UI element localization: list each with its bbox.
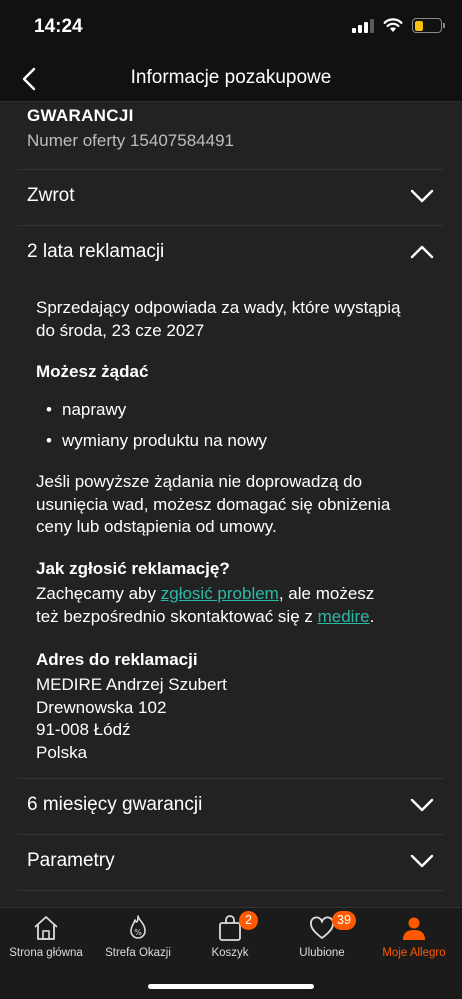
text-line: Jeśli powyższe żądania nie doprowadzą do (36, 472, 363, 491)
section-title: Zwrot (27, 185, 75, 206)
section-title: Parametry (27, 850, 115, 871)
warranty-heading: GWARANCJI (27, 106, 134, 125)
fallback-text: Jeśli powyższe żądania nie doprowadzą do… (36, 471, 436, 539)
text-span: . (369, 606, 375, 626)
section-title: 6 miesięcy gwarancji (27, 794, 203, 815)
nav-bar: Informacje pozakupowe (0, 56, 462, 102)
tab-home[interactable]: Strona główna (0, 908, 92, 978)
liability-text: Sprzedający odpowiada za wady, które wys… (36, 297, 436, 342)
address-line: Polska (36, 742, 88, 762)
cellular-signal-icon (352, 18, 374, 33)
wifi-icon (383, 18, 403, 32)
demands-heading: Możesz żądać (36, 362, 149, 381)
chevron-down-icon (410, 854, 434, 868)
tab-label: Ulubione (299, 947, 345, 959)
text-span: Zachęcamy aby (36, 584, 161, 603)
report-problem-link[interactable]: zgłosić problem (161, 584, 279, 603)
tab-deals[interactable]: % Strefa Okazji (92, 908, 184, 978)
tab-label: Moje Allegro (382, 947, 446, 959)
address-line: Drewnowska 102 (36, 697, 167, 717)
text-line: Sprzedający odpowiada za wady, które wys… (36, 298, 401, 317)
section-gwarancja[interactable]: 6 miesięcy gwarancji (0, 779, 462, 835)
home-indicator (148, 984, 314, 989)
demand-item: naprawy (62, 400, 127, 419)
chevron-down-icon (410, 189, 434, 203)
divider (18, 890, 444, 891)
status-time: 14:24 (34, 16, 83, 37)
section-parametry[interactable]: Parametry (0, 835, 462, 891)
address-line: 91-008 Łódź (36, 720, 131, 739)
seller-link[interactable]: medire (318, 607, 370, 626)
battery-level (414, 20, 424, 31)
bullet: • (46, 431, 52, 450)
text-line: ceny lub odstąpienia od umowy. (36, 517, 277, 536)
address-line: MEDIRE Andrzej Szubert (36, 675, 227, 694)
bullet: • (46, 400, 52, 419)
home-icon (34, 916, 58, 940)
text-line: usunięcia wad, możesz domagać się obniże… (36, 494, 391, 514)
content: GWARANCJI Numer oferty 15407584491 Zwrot… (0, 102, 462, 907)
page-title: Informacje pozakupowe (130, 67, 332, 88)
section-zwrot[interactable]: Zwrot (0, 170, 462, 226)
tab-label: Strefa Okazji (105, 947, 171, 959)
deals-icon: % (130, 915, 146, 939)
cart-badge: 2 (239, 911, 258, 930)
offer-number: Numer oferty 15407584491 (27, 131, 234, 150)
tab-cart[interactable]: 2 Koszyk (184, 908, 276, 978)
address-heading: Adres do reklamacji (36, 650, 198, 669)
chevron-up-icon (410, 245, 434, 259)
tab-label: Koszyk (211, 947, 249, 959)
tab-label: Strona główna (9, 947, 83, 959)
tab-favorites[interactable]: 39 Ulubione (276, 908, 368, 978)
address-block: MEDIRE Andrzej Szubert Drewnowska 102 91… (36, 674, 436, 764)
section-reklamacja[interactable]: 2 lata reklamacji (0, 226, 462, 282)
battery-icon (412, 18, 445, 33)
demand-item: wymiany produktu na nowy (62, 431, 268, 450)
text-span: też bezpośrednio skontaktować się z (36, 606, 318, 626)
user-icon (403, 917, 425, 940)
howto-heading: Jak zgłosić reklamację? (36, 559, 230, 578)
section-title: 2 lata reklamacji (27, 241, 165, 262)
text-span: , ale możesz (278, 584, 375, 603)
text-line: też bezpośrednio skontaktować się z medi… (36, 606, 436, 629)
text-line: Zachęcamy aby zgłosić problem, ale możes… (36, 583, 436, 606)
chevron-down-icon (410, 798, 434, 812)
status-icons (352, 18, 445, 33)
text-line: do środa, 23 cze 2027 (36, 320, 205, 340)
howto-text: Zachęcamy aby zgłosić problem, ale możes… (36, 583, 436, 628)
tab-my-allegro[interactable]: Moje Allegro (368, 908, 460, 978)
favorites-badge: 39 (332, 911, 356, 930)
svg-text:%: % (134, 928, 142, 937)
status-bar: 14:24 (0, 0, 462, 56)
